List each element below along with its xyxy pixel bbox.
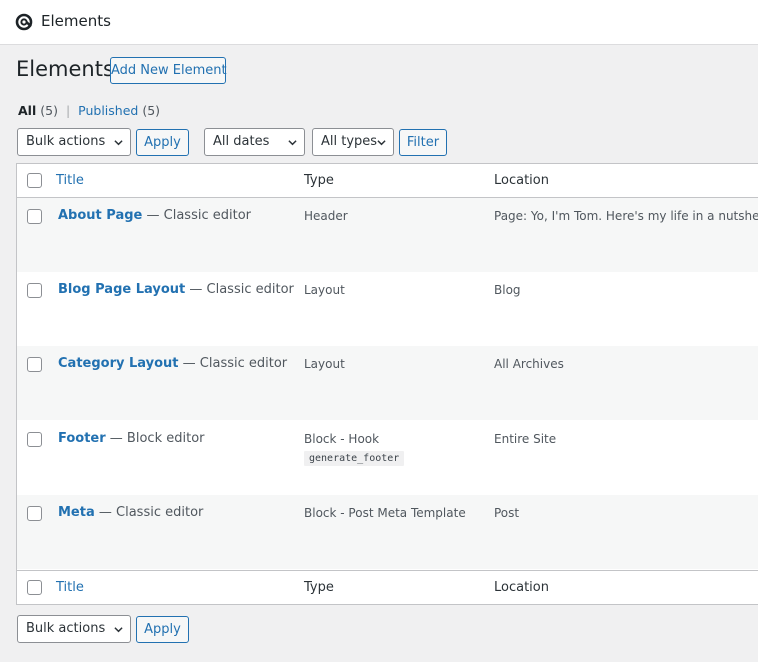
row-title: Footer — Block editor (58, 431, 205, 446)
column-location-footer: Location (494, 580, 549, 595)
chevron-down-icon (114, 627, 123, 633)
column-title-sort-footer[interactable]: Title (56, 580, 84, 595)
row-location: Entire Site (494, 432, 557, 446)
bulk-actions-select-top[interactable]: Bulk actions (17, 128, 131, 156)
table-row: Category Layout — Classic editor Layout … (17, 346, 758, 420)
column-type: Type (304, 173, 334, 188)
table-row: Meta — Classic editor Block - Post Meta … (17, 495, 758, 569)
chevron-down-icon (288, 140, 297, 146)
apply-button-top[interactable]: Apply (136, 129, 189, 156)
filter-button[interactable]: Filter (399, 129, 447, 156)
dates-filter-value: All dates (213, 134, 270, 149)
column-type-footer: Type (304, 580, 334, 595)
select-all-checkbox-footer[interactable] (27, 580, 42, 595)
row-checkbox[interactable] (27, 283, 42, 298)
row-title-link[interactable]: Meta (58, 505, 95, 520)
table-row: Footer — Block editor Block - Hook gener… (17, 421, 758, 495)
row-type: Layout (304, 283, 345, 297)
table-footer: Title Type Location (17, 570, 758, 604)
view-published-count: (5) (142, 103, 161, 118)
types-filter-value: All types (321, 134, 378, 149)
table-row: About Page — Classic editor Header Page:… (17, 198, 758, 272)
page-title: Elements (16, 57, 114, 81)
row-editor-state: — Classic editor (94, 505, 204, 520)
elements-table: Title Type Location About Page — Classic… (16, 163, 758, 605)
row-type: Layout (304, 357, 345, 371)
row-location: Page: Yo, I'm Tom. Here's my life in a n… (494, 209, 758, 223)
row-title: Category Layout — Classic editor (58, 356, 287, 371)
table-row: Blog Page Layout — Classic editor Layout… (17, 272, 758, 346)
row-type: Block - Post Meta Template (304, 506, 466, 520)
types-filter-select[interactable]: All types (312, 128, 394, 156)
view-all-link[interactable]: All (18, 103, 36, 118)
add-new-element-button[interactable]: Add New Element (110, 57, 227, 84)
row-checkbox[interactable] (27, 506, 42, 521)
column-title-sort[interactable]: Title (56, 173, 84, 188)
row-type: Header (304, 209, 348, 223)
row-editor-state: — Block editor (105, 431, 205, 446)
table-header: Title Type Location (17, 164, 758, 198)
row-checkbox[interactable] (27, 209, 42, 224)
row-title: Meta — Classic editor (58, 505, 203, 520)
bulk-actions-value-bottom: Bulk actions (26, 621, 106, 636)
row-editor-state: — Classic editor (142, 208, 252, 223)
row-hook-name: generate_footer (304, 451, 405, 466)
row-title-link[interactable]: Category Layout (58, 356, 179, 371)
row-location: Blog (494, 283, 521, 297)
row-checkbox[interactable] (27, 432, 42, 447)
view-all-count: (5) (40, 103, 58, 118)
generatepress-logo-icon (15, 13, 33, 31)
bulk-actions-value: Bulk actions (26, 134, 106, 149)
select-all-checkbox[interactable] (27, 173, 42, 188)
chevron-down-icon (114, 140, 123, 146)
row-location: All Archives (494, 357, 564, 371)
bulk-actions-select-bottom[interactable]: Bulk actions (17, 615, 131, 643)
apply-button-bottom[interactable]: Apply (136, 616, 189, 643)
row-title-link[interactable]: About Page (58, 208, 142, 223)
row-location: Post (494, 506, 520, 520)
row-title-link[interactable]: Footer (58, 431, 106, 446)
dates-filter-select[interactable]: All dates (204, 128, 305, 156)
chevron-down-icon (377, 140, 386, 146)
row-editor-state: — Classic editor (178, 356, 288, 371)
view-separator: | (65, 103, 71, 118)
row-title-link[interactable]: Blog Page Layout (58, 282, 185, 297)
top-bar: Elements (0, 0, 758, 45)
row-type: Block - Hook (304, 432, 380, 446)
app-title: Elements (41, 12, 111, 30)
column-location: Location (494, 173, 549, 188)
status-views: All (5) | Published (5) (18, 103, 160, 118)
view-published-link[interactable]: Published (78, 103, 138, 118)
row-title: About Page — Classic editor (58, 208, 251, 223)
row-editor-state: — Classic editor (185, 282, 294, 297)
row-checkbox[interactable] (27, 357, 42, 372)
row-title: Blog Page Layout — Classic editor (58, 282, 294, 297)
